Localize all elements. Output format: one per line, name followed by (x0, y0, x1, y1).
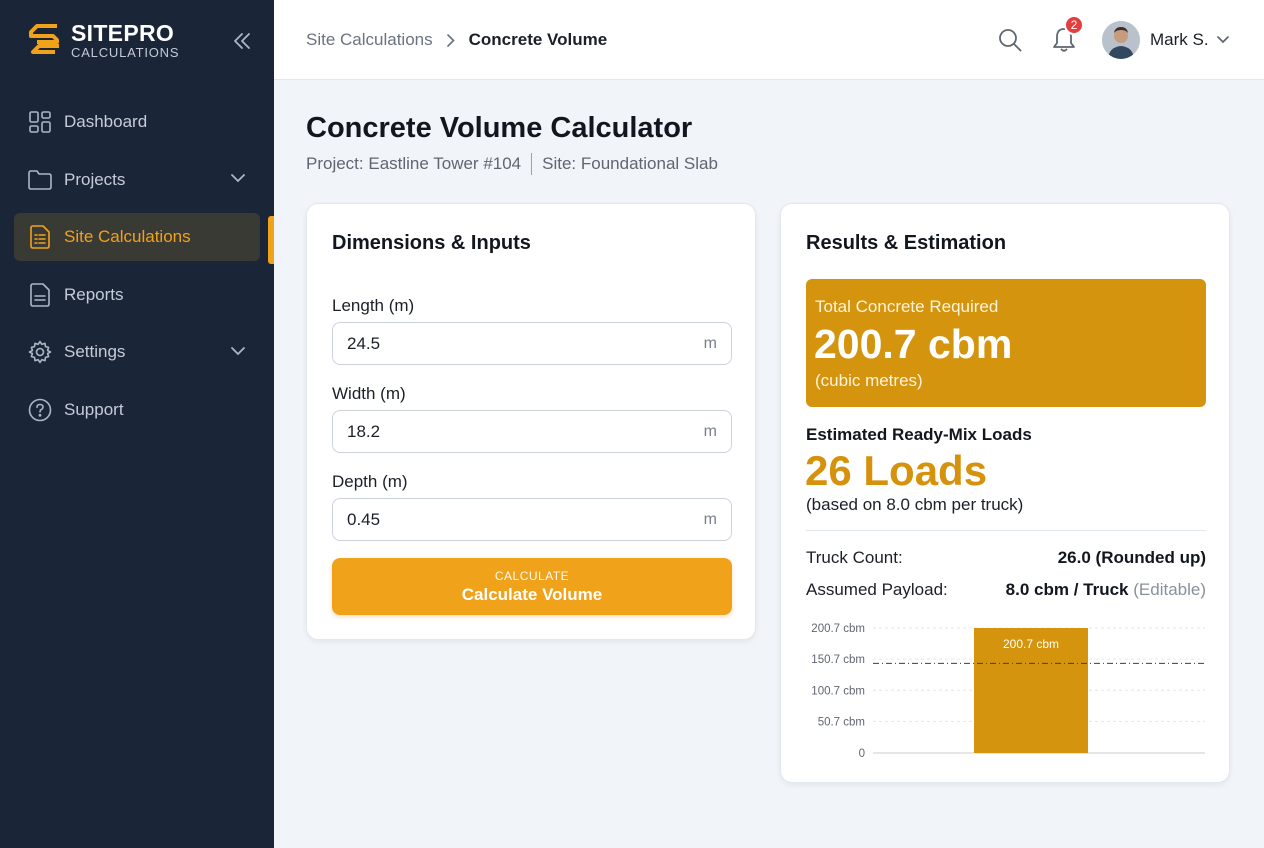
depth-label: Depth (m) (332, 472, 408, 491)
user-menu[interactable]: Mark S. (1102, 21, 1229, 59)
y-tick-label: 150.7 cbm (811, 654, 865, 666)
chevron-down-icon (230, 171, 246, 187)
project-name: Project: Eastline Tower #104 (306, 154, 522, 173)
site-name: Site: Foundational Slab (542, 154, 718, 173)
chevron-down-icon (1216, 36, 1229, 44)
search-icon (999, 29, 1022, 52)
sidebar-item-dashboard[interactable]: Dashboard (14, 98, 260, 146)
total-concrete-box: Total Concrete Required 200.7 cbm (cubic… (806, 279, 1206, 407)
divider (806, 530, 1206, 531)
y-tick-label: 0 (859, 748, 865, 760)
length-label: Length (m) (332, 296, 415, 315)
brand-name: SITEPRO (71, 19, 175, 46)
file-icon (28, 282, 52, 307)
sidebar-item-label: Dashboard (64, 112, 148, 131)
notification-badge: 2 (1064, 15, 1084, 35)
search-button[interactable] (997, 27, 1023, 53)
width-unit: m (703, 423, 717, 440)
calculate-volume-button[interactable]: CALCULATE Calculate Volume (332, 558, 732, 615)
length-unit: m (703, 335, 717, 352)
payload-value: 8.0 cbm / Truck (1005, 580, 1129, 599)
sidebar-item-projects[interactable]: Projects (14, 156, 260, 204)
sidebar: SITEPRO CALCULATIONS Dashboard Projects … (0, 0, 274, 848)
inputs-card-title: Dimensions & Inputs (332, 232, 531, 254)
sidebar-item-label: Support (64, 399, 124, 419)
brand[interactable]: SITEPRO CALCULATIONS (27, 20, 179, 60)
payload-edit-link[interactable]: (Editable) (1133, 580, 1206, 599)
breadcrumb-current: Concrete Volume (468, 30, 608, 49)
sidebar-item-label: Reports (64, 284, 124, 304)
y-tick-label: 50.7 cbm (818, 716, 865, 728)
volume-chart: 0 50.7 cbm 100.7 cbm 150.7 cbm 200.7 cbm 200.… (811, 623, 1205, 760)
user-name: Mark S. (1150, 30, 1209, 49)
y-tick-label: 200.7 cbm (811, 623, 865, 635)
inputs-card: Dimensions & Inputs Length (m) m Width (… (306, 203, 756, 640)
y-tick-label: 100.7 cbm (811, 685, 865, 697)
width-label: Width (m) (332, 384, 406, 403)
loads-value: 26 Loads (805, 447, 988, 494)
results-card: Results & Estimation Total Concrete Requ… (780, 203, 1230, 783)
folder-icon (28, 168, 52, 192)
sidebar-item-support[interactable]: Support (14, 386, 260, 434)
loads-note: (based on 8.0 cbm per truck) (806, 495, 1024, 514)
total-concrete-value: 200.7 cbm (814, 321, 1013, 367)
width-field-wrapper: m (332, 410, 732, 453)
truck-count-value: 26.0 (Rounded up) (1057, 548, 1206, 567)
sidebar-item-site-calculations[interactable]: Site Calculations (14, 213, 260, 261)
collapse-sidebar-button[interactable] (230, 30, 254, 52)
avatar (1102, 21, 1140, 59)
total-concrete-label: Total Concrete Required (815, 297, 999, 316)
truck-count-label: Truck Count: (806, 548, 903, 567)
results-card-title: Results & Estimation (806, 232, 1007, 254)
document-list-icon (28, 225, 52, 249)
breadcrumb-link[interactable]: Site Calculations (306, 30, 433, 50)
sidebar-item-label: Settings (64, 342, 126, 361)
payload-label: Assumed Payload: (806, 580, 948, 599)
depth-input[interactable] (333, 509, 673, 530)
sidebar-item-settings[interactable]: Settings (14, 328, 260, 376)
divider (531, 153, 533, 175)
top-bar: Site Calculations Concrete Volume 2 Mark… (274, 0, 1264, 80)
length-field-wrapper: m (332, 322, 732, 365)
page-title: Concrete Volume Calculator (306, 112, 693, 144)
chevron-right-icon (446, 33, 455, 47)
loads-label: Estimated Ready-Mix Loads (806, 425, 1032, 444)
depth-field-wrapper: m (332, 498, 732, 541)
width-input[interactable] (333, 421, 673, 442)
sidebar-item-label: Projects (64, 169, 126, 189)
sitepro-logo-icon (29, 24, 59, 54)
length-input[interactable] (333, 333, 673, 354)
sidebar-item-reports[interactable]: Reports (14, 271, 260, 319)
depth-unit: m (703, 511, 717, 528)
breadcrumb: Site Calculations Concrete Volume (306, 30, 607, 50)
button-caption: CALCULATE (494, 568, 570, 583)
brand-subtitle: CALCULATIONS (71, 44, 180, 60)
active-indicator (268, 216, 274, 264)
help-circle-icon (28, 398, 52, 422)
button-label: Calculate Volume (461, 584, 603, 604)
sidebar-nav: Dashboard Projects Site Calculations Rep… (14, 98, 260, 443)
page-subtitle: Project: Eastline Tower #104 Site: Found… (306, 153, 718, 175)
truck-count-row: Truck Count: 26.0 (Rounded up) (806, 548, 1206, 568)
sidebar-item-label: Site Calculations (64, 227, 191, 246)
bar-data-label: 200.7 cbm (1003, 637, 1059, 651)
gear-icon (28, 340, 52, 364)
total-concrete-unit: (cubic metres) (815, 371, 923, 390)
double-chevron-left-icon (234, 33, 250, 49)
payload-row: Assumed Payload: 8.0 cbm / Truck (Editab… (806, 580, 1206, 600)
grid-icon (28, 110, 52, 134)
chevron-down-icon (230, 343, 246, 359)
